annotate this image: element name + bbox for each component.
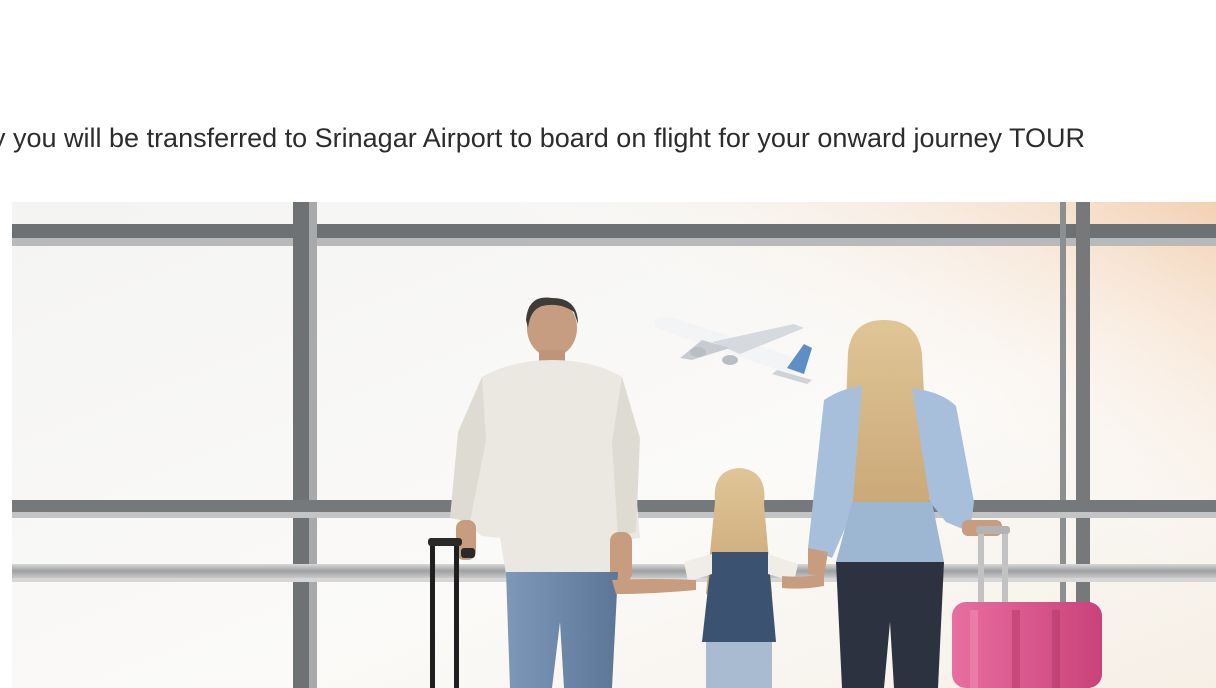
airport-family-photo: [12, 202, 1216, 688]
itinerary-description: y you will be transferred to Srinagar Ai…: [0, 123, 1086, 153]
photo-illustration: [12, 202, 1216, 688]
page: y you will be transferred to Srinagar Ai…: [0, 0, 1216, 688]
